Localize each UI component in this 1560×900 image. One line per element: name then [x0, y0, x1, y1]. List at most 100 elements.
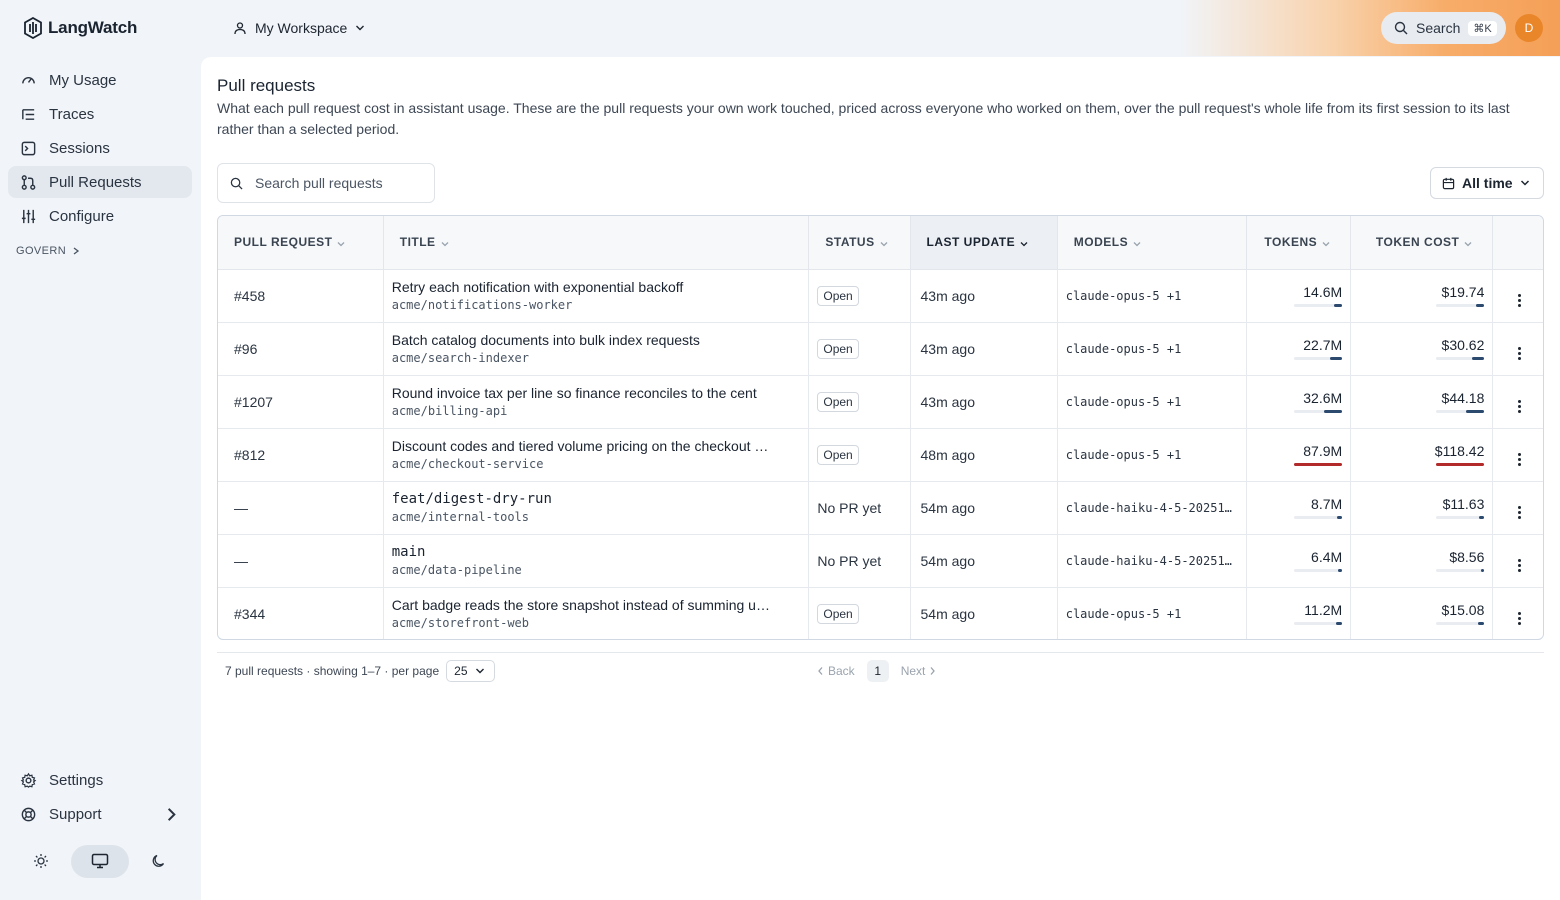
title-cell[interactable]: Discount codes and tiered volume pricing… — [383, 428, 810, 482]
title-cell[interactable]: Round invoice tax per line so finance re… — [383, 375, 810, 429]
global-search-button[interactable]: Search ⌘K — [1381, 12, 1506, 44]
more-vertical-icon[interactable] — [1517, 612, 1521, 626]
sidebar-item-configure[interactable]: Configure — [8, 200, 192, 232]
gear-icon — [20, 772, 37, 788]
models: claude-opus-5 +1 — [1057, 375, 1248, 429]
cost-cell: $8.56 — [1350, 534, 1494, 588]
column-header-label: STATUS — [825, 234, 875, 249]
app-logo[interactable]: LangWatch — [24, 16, 137, 40]
last-update: 43m ago — [910, 322, 1058, 376]
pr-number[interactable]: #1207 — [218, 375, 384, 429]
sidebar-item-label: Traces — [49, 105, 95, 123]
main-panel: Pull requests What each pull request cos… — [201, 57, 1560, 900]
title-cell[interactable]: Retry each notification with exponential… — [383, 269, 810, 323]
sidebar-item-sessions[interactable]: Sessions — [8, 132, 192, 164]
govern-section-toggle[interactable]: GOVERN — [16, 245, 80, 257]
table-row[interactable]: — main acme/data-pipeline No PR yet 54m ago c… — [218, 534, 1543, 588]
sidebar: LangWatch My Usage Traces Sessions Pull … — [0, 0, 201, 900]
row-menu-cell — [1492, 375, 1543, 429]
last-update: 54m ago — [910, 534, 1058, 588]
chevron-right-icon — [930, 667, 936, 675]
more-vertical-icon[interactable] — [1517, 506, 1521, 519]
sidebar-bottom-nav: Settings Support — [8, 764, 192, 832]
moon-icon — [152, 854, 165, 867]
more-vertical-icon[interactable] — [1517, 453, 1521, 466]
theme-system-button[interactable] — [71, 844, 129, 878]
more-vertical-icon[interactable] — [1517, 294, 1521, 307]
pr-number[interactable]: #96 — [218, 322, 384, 376]
column-header-status[interactable]: STATUS — [808, 216, 911, 270]
more-vertical-icon[interactable] — [1517, 347, 1521, 360]
column-header-models[interactable]: MODELS — [1057, 216, 1248, 270]
sidebar-item-support[interactable]: Support — [8, 798, 192, 830]
column-header-title[interactable]: TITLE — [383, 216, 810, 270]
last-update: 43m ago — [910, 269, 1058, 323]
pr-number[interactable]: — — [218, 481, 384, 535]
models: claude-haiku-4-5-20251… — [1057, 534, 1248, 588]
cost-cell: $19.74 — [1350, 269, 1494, 323]
tokens-bar-fill — [1330, 357, 1343, 360]
pagination: Back 1 Next — [813, 660, 940, 682]
sidebar-item-label: Settings — [49, 771, 104, 789]
theme-dark-button[interactable] — [130, 845, 188, 878]
status-cell: No PR yet — [808, 534, 911, 588]
workspace-selector[interactable]: My Workspace — [233, 16, 365, 40]
sidebar-item-pull-requests[interactable]: Pull Requests — [8, 166, 192, 198]
title-cell[interactable]: feat/digest-dry-run acme/internal-tools — [383, 481, 810, 535]
table-row[interactable]: #812 Discount codes and tiered volume pri… — [218, 428, 1543, 482]
row-menu-cell — [1492, 269, 1543, 323]
table-row[interactable]: #96 Batch catalog documents into bulk ind… — [218, 322, 1543, 376]
theme-light-button[interactable] — [12, 845, 70, 878]
cost-bar-fill — [1472, 357, 1485, 360]
pr-number[interactable]: — — [218, 534, 384, 588]
date-range-select[interactable]: All time — [1430, 167, 1544, 199]
sidebar-item-label: Configure — [49, 207, 115, 225]
last-update: 54m ago — [910, 481, 1058, 535]
search-shortcut: ⌘K — [1468, 20, 1497, 36]
table-row[interactable]: #1207 Round invoice tax per line so finan… — [218, 375, 1543, 429]
next-button[interactable]: Next — [897, 664, 941, 678]
sidebar-item-my-usage[interactable]: My Usage — [8, 64, 192, 96]
pr-number[interactable]: #812 — [218, 428, 384, 482]
more-vertical-icon[interactable] — [1517, 559, 1521, 572]
search-input[interactable] — [255, 175, 415, 191]
status-cell: Open — [808, 269, 911, 323]
status-cell: Open — [808, 428, 911, 482]
tokens-bar-fill — [1324, 410, 1343, 413]
cost-bar-fill — [1466, 410, 1485, 413]
avatar[interactable]: D — [1515, 14, 1543, 42]
status-badge: Open — [817, 603, 859, 624]
repo-name: acme/storefront-web — [391, 616, 530, 631]
table-row[interactable]: — feat/digest-dry-run acme/internal-tools N… — [218, 481, 1543, 535]
sun-icon — [34, 854, 48, 868]
per-page-select[interactable]: 25 — [446, 660, 496, 682]
search-icon — [230, 177, 243, 190]
page-description: What each pull request cost in assistant… — [217, 100, 1510, 137]
title-cell[interactable]: main acme/data-pipeline — [383, 534, 810, 588]
cost-bar-fill — [1436, 463, 1485, 466]
cost-value: $118.42 — [1434, 443, 1485, 459]
current-page[interactable]: 1 — [866, 660, 889, 682]
title-cell[interactable]: Cart badge reads the store snapshot inst… — [383, 587, 810, 639]
sidebar-item-label: Support — [49, 805, 102, 823]
pr-number[interactable]: #458 — [218, 269, 384, 323]
tokens-bar-fill — [1294, 463, 1343, 466]
table-row[interactable]: #458 Retry each notification with exponen… — [218, 269, 1543, 323]
row-menu-cell — [1492, 534, 1543, 588]
column-header-pull-request[interactable]: PULL REQUEST — [218, 216, 384, 270]
column-header-token-cost[interactable]: TOKEN COST — [1350, 216, 1494, 270]
cost-cell: $30.62 — [1350, 322, 1494, 376]
sidebar-item-settings[interactable]: Settings — [8, 764, 192, 796]
back-button[interactable]: Back — [813, 664, 859, 678]
tokens-value: 14.6M — [1303, 284, 1343, 300]
date-range-label: All time — [1462, 175, 1513, 191]
chevron-right-icon — [73, 247, 80, 255]
title-cell[interactable]: Batch catalog documents into bulk index … — [383, 322, 810, 376]
sidebar-item-traces[interactable]: Traces — [8, 98, 192, 130]
table-row[interactable]: #344 Cart badge reads the store snapshot … — [218, 587, 1543, 639]
column-header-last-update[interactable]: LAST UPDATE — [910, 216, 1058, 270]
more-vertical-icon[interactable] — [1517, 400, 1521, 413]
tokens-value: 22.7M — [1303, 337, 1343, 353]
column-header-tokens[interactable]: TOKENS — [1246, 216, 1352, 270]
pr-number[interactable]: #344 — [218, 587, 384, 639]
